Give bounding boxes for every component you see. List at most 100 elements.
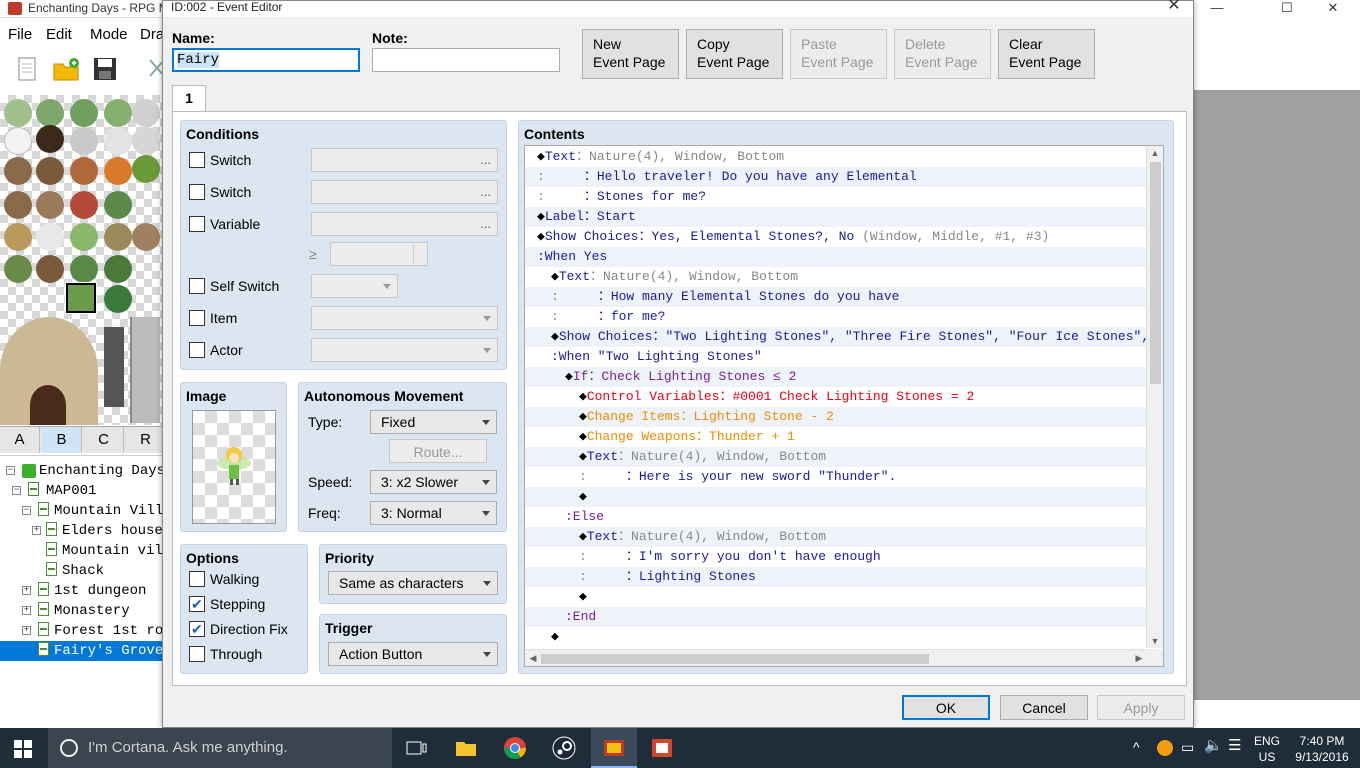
event-command-row[interactable]: :When Yes bbox=[525, 247, 1147, 267]
scroll-right-icon[interactable]: ▶ bbox=[1131, 653, 1147, 664]
event-command-row[interactable]: ◆Control Variables：#0001 Check Lighting … bbox=[525, 387, 1147, 407]
name-field[interactable]: Fairy bbox=[172, 48, 360, 72]
clock[interactable]: 7:40 PM 9/13/2016 bbox=[1287, 734, 1357, 764]
tile-snowman[interactable] bbox=[4, 127, 32, 155]
tile-tree[interactable] bbox=[4, 191, 32, 219]
tile-shrub[interactable] bbox=[4, 99, 32, 127]
event-command-row[interactable]: ◆ bbox=[525, 487, 1147, 507]
tile-tree[interactable] bbox=[4, 157, 32, 185]
horizontal-scrollbar[interactable]: ◀ ▶ bbox=[525, 649, 1147, 666]
tile-grass[interactable] bbox=[104, 223, 132, 251]
checkbox-box[interactable] bbox=[189, 310, 205, 326]
powerpoint-icon[interactable] bbox=[650, 736, 674, 760]
tile-vines[interactable] bbox=[36, 255, 64, 283]
tile-mushroom[interactable] bbox=[104, 157, 132, 185]
clear-event-page-button[interactable]: Clear Event Page bbox=[998, 29, 1095, 79]
scroll-left-icon[interactable]: ◀ bbox=[525, 653, 541, 664]
vertical-scrollbar[interactable]: ▲ ▼ bbox=[1146, 146, 1163, 648]
steam-icon[interactable] bbox=[552, 736, 576, 760]
movement-type-dropdown[interactable]: Fixed bbox=[370, 410, 497, 434]
notifications-icon[interactable]: ☰ bbox=[1228, 738, 1241, 753]
event-command-row[interactable]: ◆Text：Nature(4), Window, Bottom bbox=[525, 527, 1147, 547]
tile-turtle[interactable] bbox=[104, 191, 132, 219]
paste-event-page-button[interactable]: Paste Event Page bbox=[790, 29, 887, 79]
tile-leaves[interactable] bbox=[132, 223, 160, 251]
self-switch-dropdown[interactable] bbox=[311, 274, 398, 298]
event-command-row[interactable]: ◆Text：Nature(4), Window, Bottom bbox=[525, 447, 1147, 467]
new-project-icon[interactable] bbox=[14, 56, 40, 82]
tileset-tab-b[interactable]: B bbox=[42, 427, 82, 453]
tile-tree[interactable] bbox=[36, 191, 64, 219]
expand-icon[interactable]: + bbox=[22, 586, 31, 595]
scroll-up-icon[interactable]: ▲ bbox=[1147, 148, 1163, 158]
volume-icon[interactable]: 🔈 bbox=[1204, 738, 1223, 753]
tile-lamp-post[interactable] bbox=[104, 327, 124, 407]
event-command-row[interactable]: : ：Hello traveler! Do you have any Eleme… bbox=[525, 167, 1147, 187]
event-command-row[interactable]: : ：Here is your new sword "Thunder". bbox=[525, 467, 1147, 487]
priority-dropdown[interactable]: Same as characters bbox=[328, 571, 498, 595]
event-command-row[interactable]: : ：I'm sorry you don't have enough bbox=[525, 547, 1147, 567]
tile-shrub[interactable] bbox=[70, 99, 98, 127]
delete-event-page-button[interactable]: Delete Event Page bbox=[894, 29, 991, 79]
event-command-row[interactable]: :Else bbox=[525, 507, 1147, 527]
event-command-row[interactable]: ◆Text：Nature(4), Window, Bottom bbox=[525, 267, 1147, 287]
new-event-page-button[interactable]: New Event Page bbox=[582, 29, 679, 79]
close-icon[interactable]: ✕ bbox=[1310, 0, 1356, 18]
checkbox-box-checked[interactable] bbox=[189, 620, 205, 638]
tileset-tab-r[interactable]: R bbox=[126, 427, 166, 453]
event-command-row[interactable]: ◆Show Choices："Two Lighting Stones", "Th… bbox=[525, 327, 1147, 347]
tile-selection-cursor[interactable] bbox=[65, 282, 97, 314]
event-command-row[interactable]: :End bbox=[525, 607, 1147, 627]
variable-selector[interactable]: ... bbox=[311, 212, 498, 236]
maximize-icon[interactable]: ☐ bbox=[1264, 0, 1310, 18]
cancel-button[interactable]: Cancel bbox=[1000, 695, 1088, 720]
tile-vines[interactable] bbox=[70, 255, 98, 283]
event-command-row[interactable]: : ：Lighting Stones bbox=[525, 567, 1147, 587]
event-command-row[interactable]: ◆Show Choices：Yes, Elemental Stones?, No… bbox=[525, 227, 1147, 247]
event-command-row[interactable]: ◆Change Items：Lighting Stone - 2 bbox=[525, 407, 1147, 427]
event-image-preview[interactable] bbox=[192, 410, 276, 524]
taskbar-active-app[interactable] bbox=[591, 728, 637, 768]
scrollbar-thumb[interactable] bbox=[541, 654, 929, 664]
map-tree-item-selected[interactable]: Fairy's Grove bbox=[0, 641, 162, 661]
chrome-icon[interactable] bbox=[503, 736, 527, 760]
event-command-row[interactable]: ◆ bbox=[525, 587, 1147, 607]
menu-draw[interactable]: Dra bbox=[140, 26, 164, 43]
collapse-icon[interactable]: − bbox=[12, 486, 21, 495]
event-command-row[interactable]: ◆Text：Nature(4), Window, Bottom bbox=[525, 147, 1147, 167]
switch2-selector[interactable]: ... bbox=[311, 180, 498, 204]
tile-bush[interactable] bbox=[104, 285, 132, 313]
network-icon[interactable]: ▭ bbox=[1181, 740, 1194, 754]
file-explorer-icon[interactable] bbox=[454, 736, 478, 760]
scroll-down-icon[interactable]: ▼ bbox=[1147, 636, 1163, 646]
event-command-row[interactable]: ◆If：Check Lighting Stones ≤ 2 bbox=[525, 367, 1147, 387]
event-command-row[interactable]: ◆ bbox=[525, 627, 1147, 647]
switch1-selector[interactable]: ... bbox=[311, 148, 498, 172]
menu-file[interactable]: File bbox=[8, 26, 32, 43]
tile-vines[interactable] bbox=[4, 255, 32, 283]
save-icon[interactable] bbox=[92, 56, 118, 82]
ok-button[interactable]: OK bbox=[902, 695, 990, 720]
checkbox-box[interactable] bbox=[189, 152, 205, 168]
tray-app-icon[interactable] bbox=[1157, 740, 1173, 756]
tile-mushroom[interactable] bbox=[70, 157, 98, 185]
language-indicator[interactable]: ENG US bbox=[1252, 734, 1282, 764]
tile-flower[interactable] bbox=[70, 191, 98, 219]
map-canvas-area[interactable] bbox=[1194, 90, 1360, 700]
event-command-row[interactable]: :When "Two Lighting Stones" bbox=[525, 347, 1147, 367]
menu-mode[interactable]: Mode bbox=[90, 26, 128, 43]
tile-stump[interactable] bbox=[4, 223, 32, 251]
task-view-icon[interactable] bbox=[404, 736, 428, 760]
collapse-icon[interactable]: − bbox=[6, 466, 15, 475]
expand-icon[interactable]: + bbox=[22, 606, 31, 615]
tile-rock[interactable] bbox=[132, 99, 160, 127]
menu-edit[interactable]: Edit bbox=[46, 26, 72, 43]
checkbox-box[interactable] bbox=[189, 646, 205, 662]
copy-event-page-button[interactable]: Copy Event Page bbox=[686, 29, 783, 79]
trigger-dropdown[interactable]: Action Button bbox=[328, 642, 498, 666]
event-command-row[interactable]: ◆Change Weapons：Thunder + 1 bbox=[525, 427, 1147, 447]
checkbox-box[interactable] bbox=[189, 278, 205, 294]
tile-rock[interactable] bbox=[70, 127, 98, 155]
variable-value-spinner[interactable] bbox=[330, 242, 428, 266]
tile-rock[interactable] bbox=[104, 127, 132, 155]
